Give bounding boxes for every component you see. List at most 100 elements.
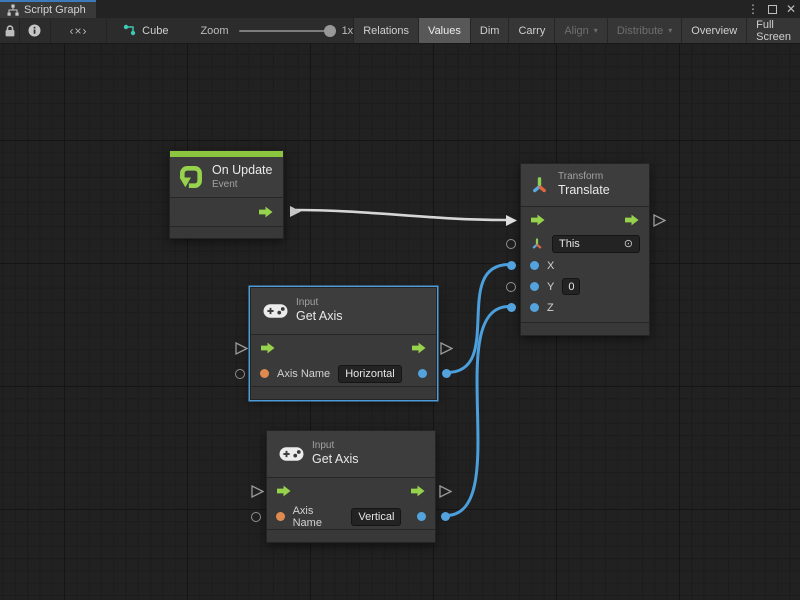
value-output-port[interactable] bbox=[417, 512, 426, 521]
node-footer bbox=[521, 323, 649, 335]
script-graph-window: Script Graph ⋮ ✕ ‹×› bbox=[0, 0, 800, 600]
node-footer bbox=[267, 530, 435, 542]
carry-button[interactable]: Carry bbox=[509, 18, 555, 43]
flow-output-port[interactable] bbox=[258, 206, 274, 218]
gamepad-icon bbox=[279, 446, 304, 462]
align-dropdown[interactable]: Align▾ bbox=[555, 18, 607, 43]
node-title: Translate bbox=[558, 183, 610, 199]
port-label: Y bbox=[547, 281, 554, 293]
graph-node-icon bbox=[123, 24, 136, 37]
target-input-connector[interactable] bbox=[506, 239, 516, 249]
lock-button[interactable] bbox=[0, 18, 20, 43]
dim-button[interactable]: Dim bbox=[471, 18, 510, 43]
gamepad-icon bbox=[263, 303, 288, 319]
maximize-icon[interactable] bbox=[768, 5, 777, 14]
fullscreen-button[interactable]: Full Screen bbox=[747, 18, 800, 43]
param-row: Axis Name Vertical bbox=[267, 504, 435, 529]
flow-input-connector[interactable] bbox=[505, 214, 518, 227]
script-graph-icon bbox=[7, 4, 19, 16]
relations-button[interactable]: Relations bbox=[354, 18, 419, 43]
distribute-dropdown[interactable]: Distribute▾ bbox=[608, 18, 682, 43]
flow-output-connector[interactable] bbox=[289, 205, 302, 218]
node-header: On Update Event bbox=[170, 157, 283, 197]
flow-output-connector[interactable] bbox=[439, 485, 452, 498]
value-output-connector[interactable] bbox=[442, 369, 451, 378]
target-field[interactable]: This ⊙ bbox=[552, 235, 640, 253]
port-row-x: X bbox=[521, 255, 649, 276]
object-picker-icon[interactable]: ⊙ bbox=[616, 239, 633, 250]
value-output-port[interactable] bbox=[418, 369, 427, 378]
value-input-port-x[interactable] bbox=[530, 261, 539, 270]
flow-input-port[interactable] bbox=[260, 342, 276, 354]
node-header: Input Get Axis bbox=[251, 288, 436, 334]
string-input-port[interactable] bbox=[260, 369, 269, 378]
flow-output-port[interactable] bbox=[624, 214, 640, 226]
port-label: Z bbox=[547, 302, 554, 314]
zoom-slider[interactable] bbox=[239, 30, 332, 32]
string-input-connector[interactable] bbox=[251, 512, 261, 522]
flow-row bbox=[521, 207, 649, 233]
value-output-connector[interactable] bbox=[441, 512, 450, 521]
axis-name-field[interactable]: Horizontal bbox=[338, 365, 402, 383]
node-get-axis-vertical[interactable]: Input Get Axis Axis Name Vertical bbox=[266, 430, 436, 543]
node-subtitle: Transform bbox=[558, 171, 610, 184]
string-input-port[interactable] bbox=[276, 512, 285, 521]
target-row: This ⊙ bbox=[521, 233, 649, 255]
info-button[interactable] bbox=[20, 18, 51, 43]
value-input-port-z[interactable] bbox=[530, 303, 539, 312]
node-footer bbox=[170, 227, 283, 238]
window-menu-icon[interactable]: ⋮ bbox=[747, 0, 759, 18]
transform-axes-icon bbox=[530, 237, 544, 251]
values-button[interactable]: Values bbox=[419, 18, 471, 43]
string-input-connector[interactable] bbox=[235, 369, 245, 379]
node-title: Get Axis bbox=[296, 309, 343, 325]
flow-input-port[interactable] bbox=[276, 485, 292, 497]
flow-output-port[interactable] bbox=[410, 485, 426, 497]
flow-output-port[interactable] bbox=[411, 342, 427, 354]
z-input-connector[interactable] bbox=[507, 303, 516, 312]
flow-output-connector[interactable] bbox=[653, 214, 666, 227]
tab-script-graph[interactable]: Script Graph bbox=[0, 0, 96, 18]
param-label: Axis Name bbox=[293, 505, 344, 529]
graph-reference[interactable]: Cube bbox=[123, 18, 168, 43]
flow-output-connector[interactable] bbox=[440, 342, 453, 355]
zoom-label: Zoom bbox=[200, 25, 228, 37]
window-controls: ⋮ ✕ bbox=[747, 0, 796, 18]
loop-event-icon bbox=[178, 164, 204, 190]
toolbar-toggles: Relations Values Dim Carry Align▾ Distri… bbox=[353, 18, 800, 43]
code-preview-button[interactable]: ‹×› bbox=[51, 18, 107, 43]
graph-reference-label: Cube bbox=[142, 25, 168, 37]
value-input-port-y[interactable] bbox=[530, 282, 539, 291]
flow-input-connector[interactable] bbox=[251, 485, 264, 498]
chevron-down-icon: ▾ bbox=[668, 26, 672, 35]
y-value-field[interactable]: 0 bbox=[562, 278, 580, 295]
port-row-z: Z bbox=[521, 297, 649, 318]
tab-title: Script Graph bbox=[24, 4, 86, 16]
x-input-connector[interactable] bbox=[507, 261, 516, 270]
close-icon[interactable]: ✕ bbox=[786, 0, 796, 18]
zoom-control: Zoom 1x bbox=[200, 18, 353, 43]
node-translate[interactable]: Transform Translate This ⊙ bbox=[520, 163, 650, 336]
node-title: Get Axis bbox=[312, 452, 359, 468]
zoom-value: 1x bbox=[342, 25, 354, 37]
axis-name-field[interactable]: Vertical bbox=[351, 508, 401, 526]
node-on-update[interactable]: On Update Event bbox=[169, 150, 284, 239]
port-label: X bbox=[547, 260, 554, 272]
flow-input-connector[interactable] bbox=[235, 342, 248, 355]
chevron-down-icon: ▾ bbox=[594, 26, 598, 35]
flow-row bbox=[251, 335, 436, 361]
y-input-connector[interactable] bbox=[506, 282, 516, 292]
node-header: Transform Translate bbox=[521, 164, 649, 206]
node-subtitle: Input bbox=[312, 440, 359, 453]
node-header: Input Get Axis bbox=[267, 431, 435, 477]
node-title: On Update bbox=[212, 163, 272, 179]
flow-input-port[interactable] bbox=[530, 214, 546, 226]
flow-row bbox=[267, 478, 435, 504]
flow-row bbox=[170, 198, 283, 226]
port-row-y: Y 0 bbox=[521, 276, 649, 297]
zoom-slider-handle[interactable] bbox=[324, 25, 336, 37]
tab-bar: Script Graph ⋮ ✕ bbox=[0, 0, 800, 18]
lock-icon bbox=[3, 24, 17, 38]
node-get-axis-horizontal[interactable]: Input Get Axis Axis Name Horizontal bbox=[250, 287, 437, 400]
overview-button[interactable]: Overview bbox=[682, 18, 747, 43]
